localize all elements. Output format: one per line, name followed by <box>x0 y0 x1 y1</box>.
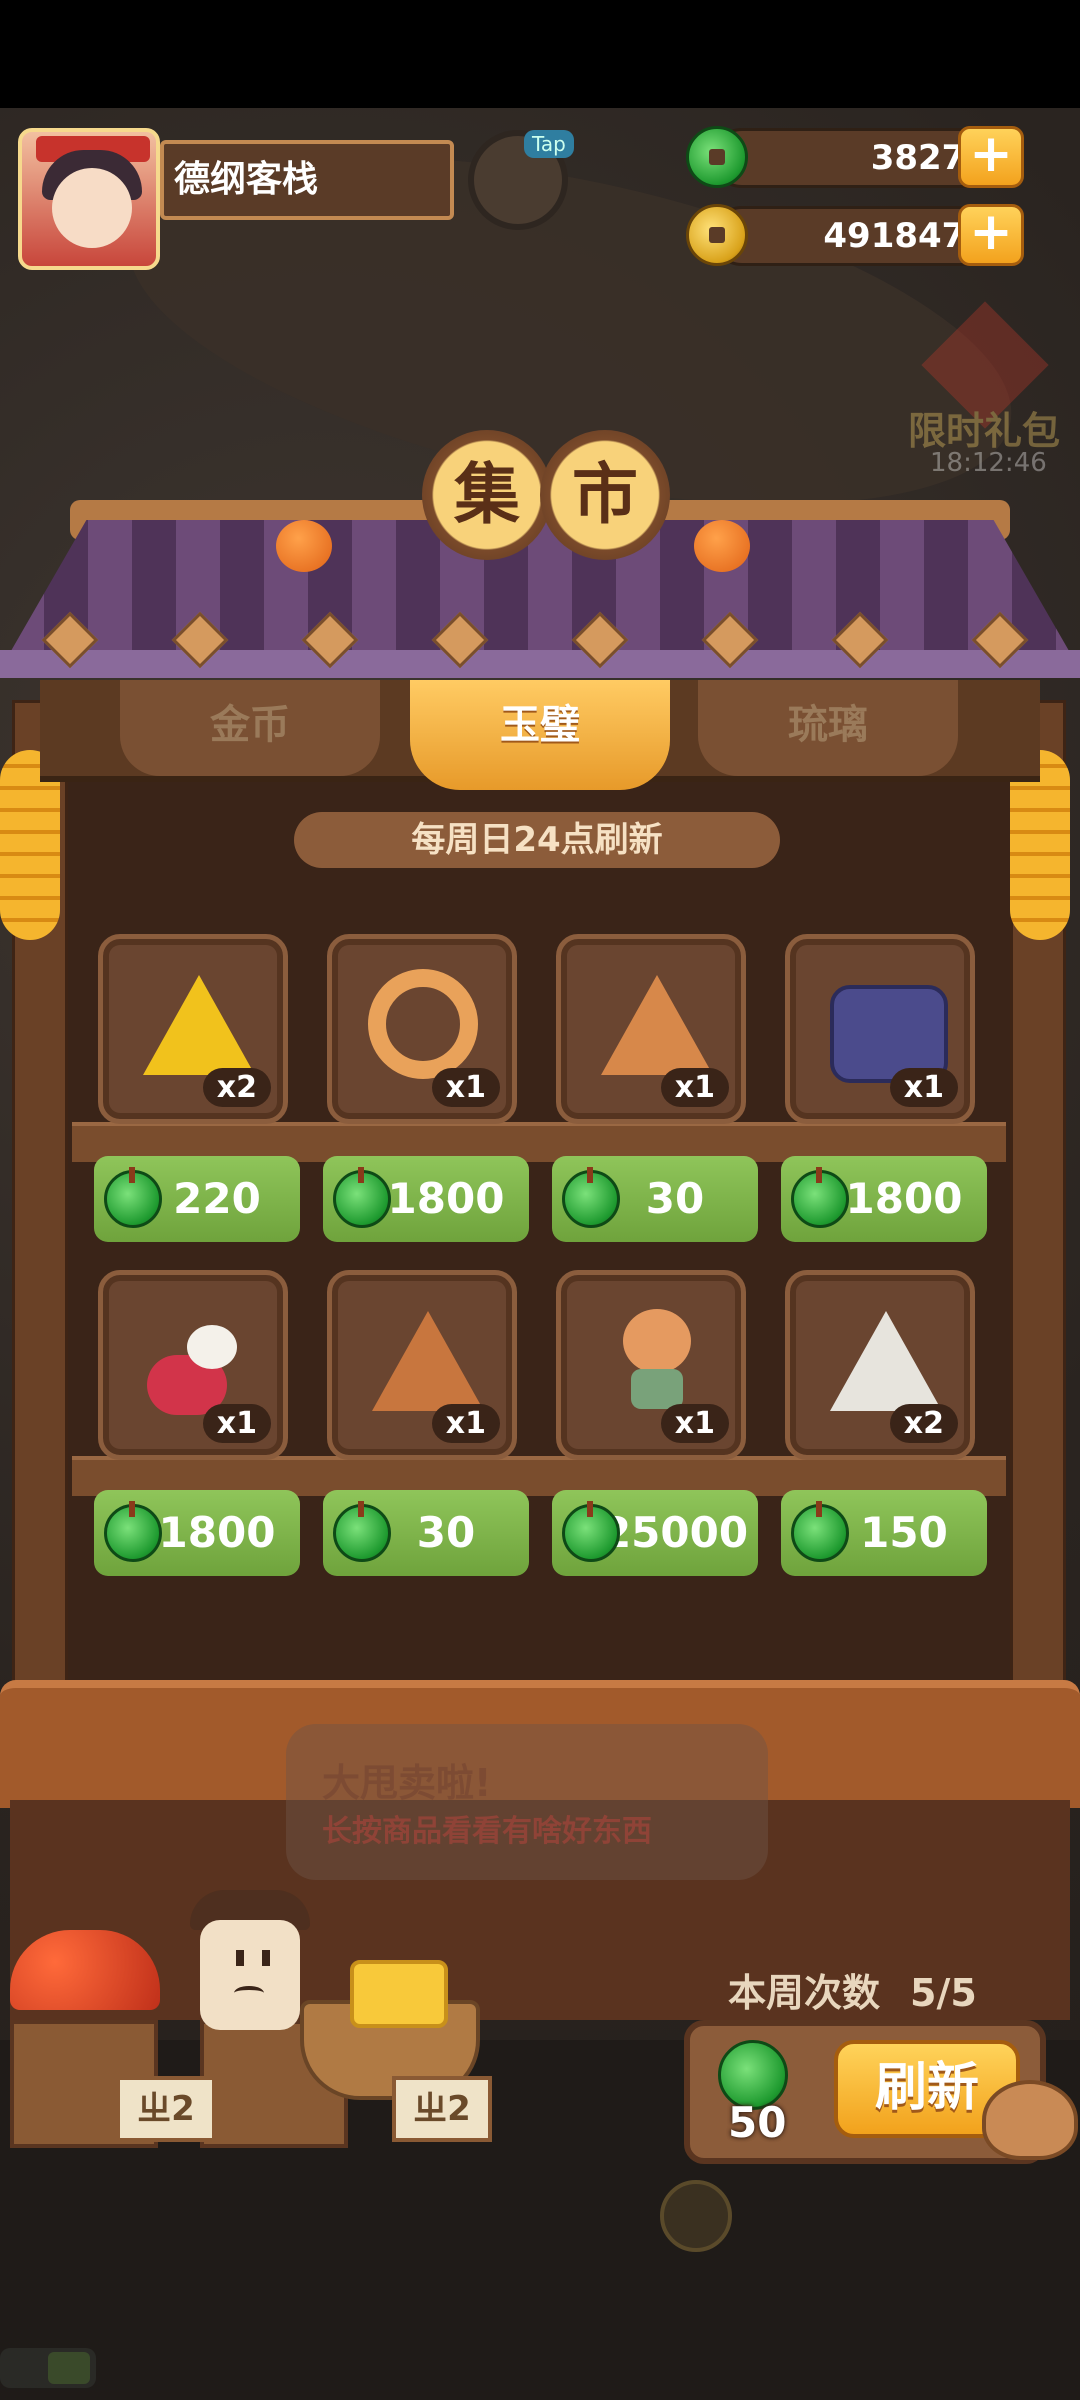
coin-icon <box>660 2180 732 2252</box>
status-bar <box>0 0 1080 108</box>
price-button[interactable]: 150 <box>781 1490 987 1576</box>
refresh-schedule-note: 每周日24点刷新 <box>294 812 780 868</box>
persimmon-decoration <box>276 520 332 572</box>
jade-icon <box>333 1167 391 1228</box>
white-triangle-token-icon <box>830 1311 942 1411</box>
item-quantity: x1 <box>202 1404 271 1443</box>
tab-jade[interactable]: 玉璧 <box>410 680 670 790</box>
jade-icon <box>104 1167 162 1228</box>
shop-item[interactable]: x1 <box>785 934 975 1124</box>
player-avatar[interactable] <box>18 128 160 270</box>
speech-line-1: 大甩卖啦! <box>322 1761 492 1805</box>
price-button[interactable]: 1800 <box>781 1156 987 1242</box>
price-button[interactable]: 1800 <box>323 1156 529 1242</box>
flower-wreath-icon <box>368 969 478 1079</box>
shop-item[interactable]: x1 <box>327 1270 517 1460</box>
price-value: 220 <box>173 1174 261 1223</box>
coin-icon <box>686 204 748 266</box>
dark-triangle-token-icon <box>372 1311 484 1411</box>
shop-item[interactable]: x1 <box>556 934 746 1124</box>
brown-triangle-token-icon <box>601 975 713 1075</box>
speech-bubble: 大甩卖啦! 长按商品看看有啥好东西 <box>286 1724 768 1880</box>
price-button[interactable]: 30 <box>552 1156 758 1242</box>
item-quantity: x2 <box>889 1404 958 1443</box>
item-quantity: x2 <box>202 1068 271 1107</box>
bottom-toggle[interactable] <box>0 2348 96 2388</box>
limited-gift-pack[interactable]: 限时礼包 18:12:46 <box>900 300 1070 480</box>
add-jade-button[interactable]: + <box>958 126 1024 188</box>
jade-icon <box>686 126 748 188</box>
price-value: 30 <box>645 1174 705 1223</box>
gift-label: 限时礼包 <box>908 409 1061 453</box>
price-button[interactable]: 30 <box>323 1490 529 1576</box>
weekly-refresh-count: 本周次数 5/5 <box>728 1962 977 2017</box>
shop-item[interactable]: x1 <box>327 934 517 1124</box>
price-button[interactable]: 1800 <box>94 1490 300 1576</box>
jade-icon <box>791 1501 849 1562</box>
tab-gold-coins[interactable]: 金币 <box>120 680 380 776</box>
market-title-char: 市 <box>540 430 670 560</box>
price-value: 30 <box>416 1508 476 1557</box>
gold-ingot <box>350 1960 448 2028</box>
jade-icon <box>333 1501 391 1562</box>
bird-flower-pot-icon <box>147 1315 247 1415</box>
item-quantity: x1 <box>660 1068 729 1107</box>
price-button[interactable]: 25000 <box>552 1490 758 1576</box>
price-value: 150 <box>860 1508 948 1557</box>
roof-edge <box>0 650 1080 678</box>
vendor-character[interactable] <box>180 1890 320 2080</box>
shop-roof <box>0 520 1080 670</box>
market-title-char: 集 <box>422 430 552 560</box>
tap-label: Tap <box>524 130 574 158</box>
price-value: 1800 <box>387 1174 505 1223</box>
price-value: 25000 <box>601 1508 749 1557</box>
tap-button[interactable]: Tap <box>468 130 574 230</box>
jade-icon <box>562 1501 620 1562</box>
refresh-cost: 50 <box>728 2098 787 2147</box>
gift-timer: 18:12:46 <box>930 448 1047 478</box>
jade-icon <box>791 1167 849 1228</box>
tab-glass[interactable]: 琉璃 <box>698 680 958 776</box>
item-quantity: x1 <box>431 1068 500 1107</box>
item-quantity: x1 <box>431 1404 500 1443</box>
shop-item[interactable]: x1 <box>556 1270 746 1460</box>
cat-mascot-icon <box>982 2080 1078 2160</box>
jade-icon <box>562 1167 620 1228</box>
price-value: 1800 <box>845 1174 963 1223</box>
weekly-label: 本周次数 <box>728 1971 881 2015</box>
persimmon-decoration <box>694 520 750 572</box>
player-name: 德纲客栈 <box>160 140 454 220</box>
yellow-triangle-token-icon <box>143 975 255 1075</box>
price-value: 1800 <box>158 1508 276 1557</box>
add-coins-button[interactable]: + <box>958 204 1024 266</box>
price-button[interactable]: 220 <box>94 1156 300 1242</box>
item-quantity: x1 <box>660 1404 729 1443</box>
price-sign: ㄓ2 <box>392 2076 492 2142</box>
price-sign: ㄓ2 <box>116 2076 216 2142</box>
item-quantity: x1 <box>889 1068 958 1107</box>
shop-item[interactable]: x1 <box>98 1270 288 1460</box>
speech-line-2: 长按商品看看有啥好东西 <box>322 1814 652 1849</box>
doll-character-icon <box>617 1299 697 1409</box>
weekly-value: 5/5 <box>910 1971 977 2015</box>
jade-icon <box>104 1501 162 1562</box>
shop-item[interactable]: x2 <box>98 934 288 1124</box>
shop-item[interactable]: x2 <box>785 1270 975 1460</box>
